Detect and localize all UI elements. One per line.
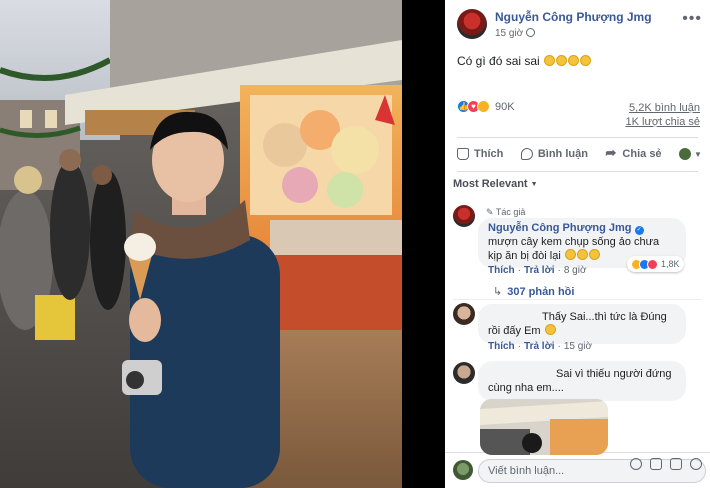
comment-time[interactable]: 15 giờ bbox=[564, 341, 592, 352]
share-button[interactable]: Chia sẻ bbox=[605, 145, 662, 161]
comment-time[interactable]: 8 giờ bbox=[564, 265, 587, 276]
comments-count[interactable]: 5,2K bình luận bbox=[626, 101, 700, 115]
comment-image-graphic bbox=[480, 399, 608, 455]
like-label: Thích bbox=[474, 148, 504, 160]
emoji-icon[interactable] bbox=[630, 458, 642, 470]
engagement-counts: 5,2K bình luận 1K lượt chia sẻ bbox=[626, 101, 701, 129]
facebook-photo-viewer: Nguyễn Công Phượng Jmg 15 giờ ••• Có gì … bbox=[0, 0, 710, 488]
comment-input-placeholder: Viết bình luận... bbox=[488, 465, 565, 477]
post-meta: 15 giờ bbox=[495, 28, 536, 39]
reply-arrow-icon: ↳ bbox=[493, 286, 503, 298]
sticker-icon[interactable] bbox=[690, 458, 702, 470]
divider bbox=[457, 137, 698, 138]
comment-sort-dropdown[interactable]: Most Relevant ▼ bbox=[453, 178, 538, 190]
emoji-icon bbox=[580, 55, 592, 66]
comment-reply-link[interactable]: Trả lời bbox=[524, 265, 554, 276]
current-user-avatar bbox=[453, 460, 473, 480]
comment-like-link[interactable]: Thích bbox=[488, 341, 515, 352]
comment-icon bbox=[520, 148, 533, 160]
comment-bubble: Sai vì thiếu người đứng cùng nha em.... bbox=[478, 361, 686, 401]
emoji-icon bbox=[568, 55, 580, 66]
emoji-icon bbox=[576, 249, 588, 260]
divider bbox=[453, 299, 702, 300]
view-replies-link[interactable]: ↳ 307 phản hồi bbox=[493, 285, 574, 298]
photo-gap bbox=[402, 0, 445, 488]
emoji-icon bbox=[544, 55, 556, 66]
author-name[interactable]: Nguyễn Công Phượng Jmg bbox=[495, 10, 652, 24]
emoji-icon bbox=[556, 55, 568, 66]
chevron-down-icon: ▼ bbox=[530, 181, 538, 188]
post-text-content: Có gì đó sai sai bbox=[457, 54, 540, 68]
profile-avatar bbox=[679, 148, 692, 160]
post-header: Nguyễn Công Phượng Jmg 15 giờ ••• bbox=[457, 8, 702, 44]
author-tag-label: Tác giả bbox=[495, 207, 526, 217]
author-avatar[interactable] bbox=[457, 9, 487, 39]
chevron-down-icon: ▼ bbox=[694, 149, 702, 159]
like-icon bbox=[457, 148, 469, 160]
replies-count: 307 phản hồi bbox=[507, 286, 575, 298]
reaction-count[interactable]: 90K bbox=[495, 101, 515, 113]
more-options-icon[interactable]: ••• bbox=[682, 10, 702, 28]
share-icon bbox=[605, 145, 617, 161]
comment-reactions[interactable]: 1,8K bbox=[627, 256, 684, 272]
love-reaction-icon bbox=[647, 258, 658, 270]
comment-avatar[interactable] bbox=[453, 362, 475, 384]
sort-label: Most Relevant bbox=[453, 178, 528, 190]
comment-text-2: rồi đấy Em bbox=[488, 325, 541, 337]
emoji-icon bbox=[564, 249, 576, 260]
divider bbox=[457, 171, 698, 172]
emoji-icon bbox=[544, 324, 556, 335]
comment-like-link[interactable]: Thích bbox=[488, 265, 515, 276]
emoji-icon bbox=[588, 249, 600, 260]
comment-reply-link[interactable]: Trả lời bbox=[524, 341, 554, 352]
comment-actions: Thích · Trả lời · 8 giờ bbox=[488, 265, 587, 276]
post-time[interactable]: 15 giờ bbox=[495, 28, 523, 39]
comment-avatar[interactable] bbox=[453, 205, 475, 227]
comment-avatar[interactable] bbox=[453, 303, 475, 325]
post-photo[interactable] bbox=[0, 0, 402, 488]
comment-image[interactable] bbox=[480, 399, 608, 455]
shares-count[interactable]: 1K lượt chia sẻ bbox=[626, 115, 701, 129]
globe-icon bbox=[526, 28, 536, 37]
haha-reaction-icon bbox=[477, 100, 490, 113]
comment-button[interactable]: Bình luận bbox=[520, 148, 588, 160]
comment-label: Bình luận bbox=[537, 148, 588, 160]
comment-text: Sai vì thiếu người đứng bbox=[556, 368, 672, 380]
like-button[interactable]: Thích bbox=[457, 148, 503, 160]
composer-icons bbox=[630, 458, 702, 470]
reaction-summary[interactable]: 👍 ♥ 90K bbox=[457, 100, 515, 113]
comment-text: Thấy Sai...thì tức là Đúng bbox=[542, 311, 667, 323]
share-label: Chia sẻ bbox=[622, 148, 662, 160]
comment-actions: Thích · Trả lời · 15 giờ bbox=[488, 341, 593, 352]
author-tag: ✎ Tác giả bbox=[486, 207, 526, 217]
post-actions: Thích Bình luận Chia sẻ ▼ bbox=[457, 144, 702, 164]
comment-composer: Viết bình luận... bbox=[445, 452, 710, 488]
comment-reaction-count: 1,8K bbox=[661, 259, 680, 269]
gif-icon[interactable] bbox=[670, 458, 682, 470]
verified-icon: ✓ bbox=[634, 226, 644, 235]
post-text: Có gì đó sai sai bbox=[457, 54, 592, 68]
comment-author[interactable]: Nguyễn Công Phượng Jmg bbox=[488, 222, 632, 234]
comment-text-2: cùng nha em.... bbox=[488, 382, 564, 394]
camera-icon[interactable] bbox=[650, 458, 662, 470]
photo-image bbox=[0, 0, 402, 488]
profile-selector[interactable]: ▼ bbox=[679, 148, 702, 160]
comment-bubble: Thấy Sai...thì tức là Đúng rồi đấy Em bbox=[478, 304, 686, 344]
